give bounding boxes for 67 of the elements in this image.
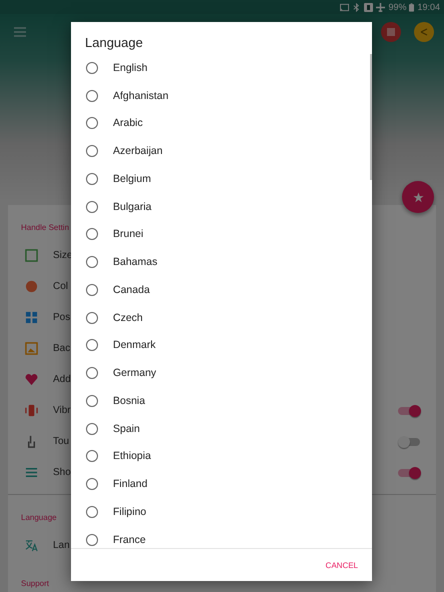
- language-option[interactable]: Czech: [71, 304, 372, 332]
- language-option[interactable]: Brunei: [71, 220, 372, 248]
- radio-button[interactable]: [86, 478, 98, 490]
- language-option[interactable]: English: [71, 54, 372, 82]
- radio-button[interactable]: [86, 394, 98, 407]
- scrollbar[interactable]: [370, 54, 372, 180]
- radio-button[interactable]: [86, 145, 98, 158]
- radio-button[interactable]: [86, 256, 98, 268]
- vibration-icon: [25, 404, 38, 417]
- setting-label: Tou: [53, 436, 70, 447]
- list-icon: [25, 466, 38, 479]
- image-icon: [25, 342, 38, 355]
- radio-button[interactable]: [86, 367, 98, 380]
- radio-button[interactable]: [86, 450, 98, 462]
- radio-button[interactable]: [86, 312, 98, 324]
- radio-button[interactable]: [86, 339, 98, 352]
- radio-button[interactable]: [86, 284, 98, 296]
- language-option[interactable]: Bulgaria: [71, 192, 372, 220]
- battery-percent: 99%: [388, 2, 406, 12]
- radio-button[interactable]: [86, 90, 98, 102]
- toggle-switch[interactable]: [398, 468, 420, 476]
- language-option[interactable]: Afghanistan: [71, 82, 372, 110]
- toggle-switch[interactable]: [398, 438, 420, 446]
- bluetooth-icon: [352, 2, 362, 12]
- radio-button[interactable]: [86, 117, 98, 130]
- radio-button[interactable]: [86, 62, 98, 74]
- radio-button[interactable]: [86, 534, 98, 546]
- language-option[interactable]: Filipino: [71, 498, 372, 526]
- language-option[interactable]: Belgium: [71, 165, 372, 193]
- language-option[interactable]: Denmark: [71, 332, 372, 360]
- language-option[interactable]: Bahamas: [71, 248, 372, 276]
- setting-label: Lan: [53, 540, 70, 551]
- language-option[interactable]: Azerbaijan: [71, 137, 372, 165]
- nfc-icon: [364, 2, 374, 12]
- section-title: Handle Settin: [21, 223, 70, 232]
- radio-button[interactable]: [86, 200, 98, 213]
- star-icon: [412, 192, 424, 202]
- toggle-switch[interactable]: [398, 406, 420, 414]
- language-option[interactable]: Finland: [71, 470, 372, 498]
- language-option[interactable]: Canada: [71, 276, 372, 304]
- radio-button[interactable]: [86, 506, 98, 518]
- language-option[interactable]: Spain: [71, 414, 372, 442]
- setting-label: Pos: [53, 312, 70, 323]
- radio-button[interactable]: [86, 228, 98, 240]
- square-icon: [25, 249, 38, 262]
- language-option[interactable]: Arabic: [71, 110, 372, 138]
- setting-label: Vibr: [53, 405, 71, 416]
- cast-icon: [340, 2, 350, 12]
- setting-label: Bac: [53, 343, 70, 354]
- radio-button[interactable]: [86, 172, 98, 185]
- language-option[interactable]: Bosnia: [71, 387, 372, 415]
- language-option[interactable]: Ethiopia: [71, 442, 372, 470]
- setting-label: Col: [53, 281, 68, 292]
- dialog-title: Language: [84, 34, 144, 52]
- clock: 19:04: [417, 2, 440, 12]
- setting-label: Sho: [53, 467, 71, 478]
- radio-button[interactable]: [86, 422, 98, 435]
- heart-icon: [25, 373, 38, 386]
- cancel-button[interactable]: CANCEL: [324, 556, 360, 574]
- translate-icon: [25, 539, 38, 552]
- setting-label: Add: [53, 374, 71, 385]
- language-option[interactable]: France: [71, 526, 372, 548]
- battery-icon: [409, 2, 414, 12]
- language-option[interactable]: Germany: [71, 359, 372, 387]
- section-title: Language: [21, 513, 57, 522]
- section-title: Support: [21, 579, 50, 588]
- grid-icon: [25, 311, 38, 324]
